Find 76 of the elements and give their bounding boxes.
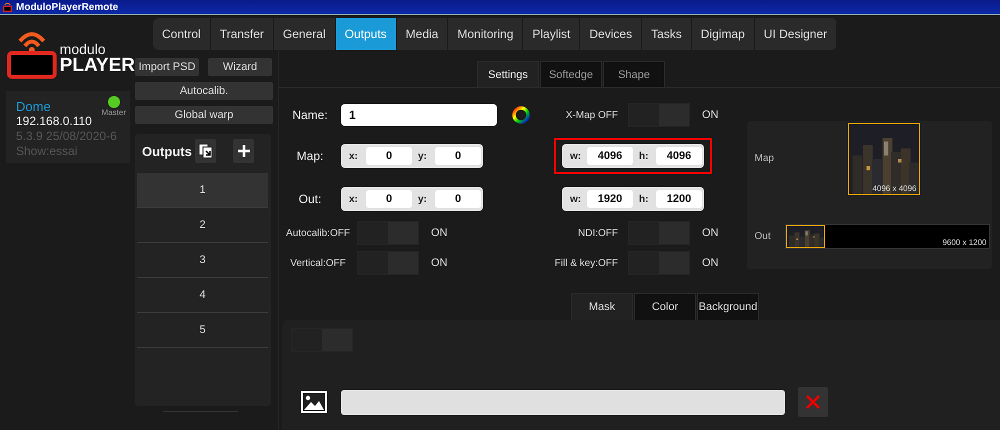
toggle-label: ON: [702, 109, 718, 121]
tab[interactable]: Background: [697, 293, 759, 320]
number-field[interactable]: 4096: [656, 147, 702, 165]
field-label: Map:: [296, 149, 324, 163]
tab[interactable]: Tasks: [642, 18, 692, 50]
output-item[interactable]: 1: [137, 173, 268, 208]
color-wheel-icon[interactable]: [511, 105, 531, 125]
size-label: 4096 x 4096: [872, 184, 916, 193]
tab[interactable]: Digimap: [692, 18, 755, 50]
field-label: w:: [570, 150, 582, 162]
number-field[interactable]: 1200: [656, 190, 702, 208]
output-item[interactable]: 3: [137, 243, 268, 278]
tab[interactable]: Devices: [580, 18, 642, 50]
file-field[interactable]: [341, 390, 785, 414]
output-item[interactable]: 4: [137, 278, 268, 313]
field-label: x:: [349, 150, 359, 162]
copy-button[interactable]: [195, 139, 216, 163]
add-button[interactable]: [233, 139, 254, 163]
action-button[interactable]: Import PSD: [135, 58, 199, 76]
tab[interactable]: Transfer: [210, 18, 274, 50]
tab[interactable]: Media: [396, 18, 448, 50]
image-icon[interactable]: [301, 391, 327, 413]
master-label: Master: [102, 108, 126, 118]
number-field[interactable]: 1920: [587, 190, 633, 208]
window-title: ModuloPlayerRemote: [16, 2, 118, 12]
preview-label: Out: [754, 231, 772, 242]
number-field[interactable]: 0: [435, 147, 481, 165]
app-icon: [2, 2, 13, 12]
outputs-title: Outputs: [142, 144, 193, 158]
close-icon: [805, 394, 821, 410]
delete-button[interactable]: [798, 387, 828, 417]
tab[interactable]: Monitoring: [448, 18, 524, 50]
logo-text: PLAYER: [60, 56, 135, 75]
field-label: Out:: [298, 192, 322, 206]
number-field[interactable]: 0: [435, 190, 481, 208]
number-field[interactable]: 0: [366, 190, 412, 208]
toggle-label: Fill & key:OFF: [554, 258, 618, 268]
toggle-label: NDI:OFF: [577, 228, 618, 238]
toggle-label: ON: [702, 227, 718, 239]
tab[interactable]: Settings: [477, 61, 539, 87]
device-address: 192.168.0.110: [16, 114, 93, 129]
toggle-label: ON: [431, 257, 448, 269]
tab[interactable]: Softedge: [540, 61, 602, 87]
action-button[interactable]: Global warp: [135, 106, 273, 124]
tab[interactable]: Color: [634, 293, 696, 320]
toggle-label: X-Map OFF: [564, 110, 618, 120]
output-item[interactable]: 5: [137, 313, 268, 348]
name-field[interactable]: 1: [341, 104, 497, 126]
tab[interactable]: Mask: [571, 293, 633, 320]
field-label: y:: [418, 194, 428, 204]
number-field[interactable]: 0: [366, 147, 412, 165]
device-name: Dome: [16, 99, 51, 114]
field-label: y:: [418, 150, 428, 162]
tab[interactable]: Playlist: [523, 18, 580, 50]
field-label: h:: [639, 194, 650, 204]
toggle-label: ON: [702, 257, 718, 269]
toggle-label: ON: [431, 227, 448, 239]
plus-icon: [236, 143, 252, 159]
field-label: x:: [349, 194, 359, 204]
output-item[interactable]: 2: [137, 208, 268, 243]
action-button[interactable]: Wizard: [208, 58, 272, 76]
logo-text: modulo: [60, 42, 107, 56]
map-thumbnail[interactable]: 4096 x 4096: [848, 123, 920, 195]
field-label: Name:: [291, 108, 329, 122]
toggle-label: Autocalib:OFF: [285, 228, 351, 238]
number-field[interactable]: 4096: [587, 147, 633, 165]
field-label: h:: [639, 150, 650, 162]
preview-label: Map: [754, 152, 775, 164]
copy-icon: [198, 143, 214, 159]
toggle-label: Vertical:OFF: [289, 258, 347, 268]
tab[interactable]: Shape: [603, 61, 665, 87]
field-label: w:: [570, 194, 582, 204]
tab[interactable]: Control: [153, 18, 211, 50]
tab[interactable]: UI Designer: [754, 18, 838, 50]
size-label: 9600 x 1200: [942, 238, 986, 247]
action-button[interactable]: Autocalib.: [135, 82, 273, 100]
